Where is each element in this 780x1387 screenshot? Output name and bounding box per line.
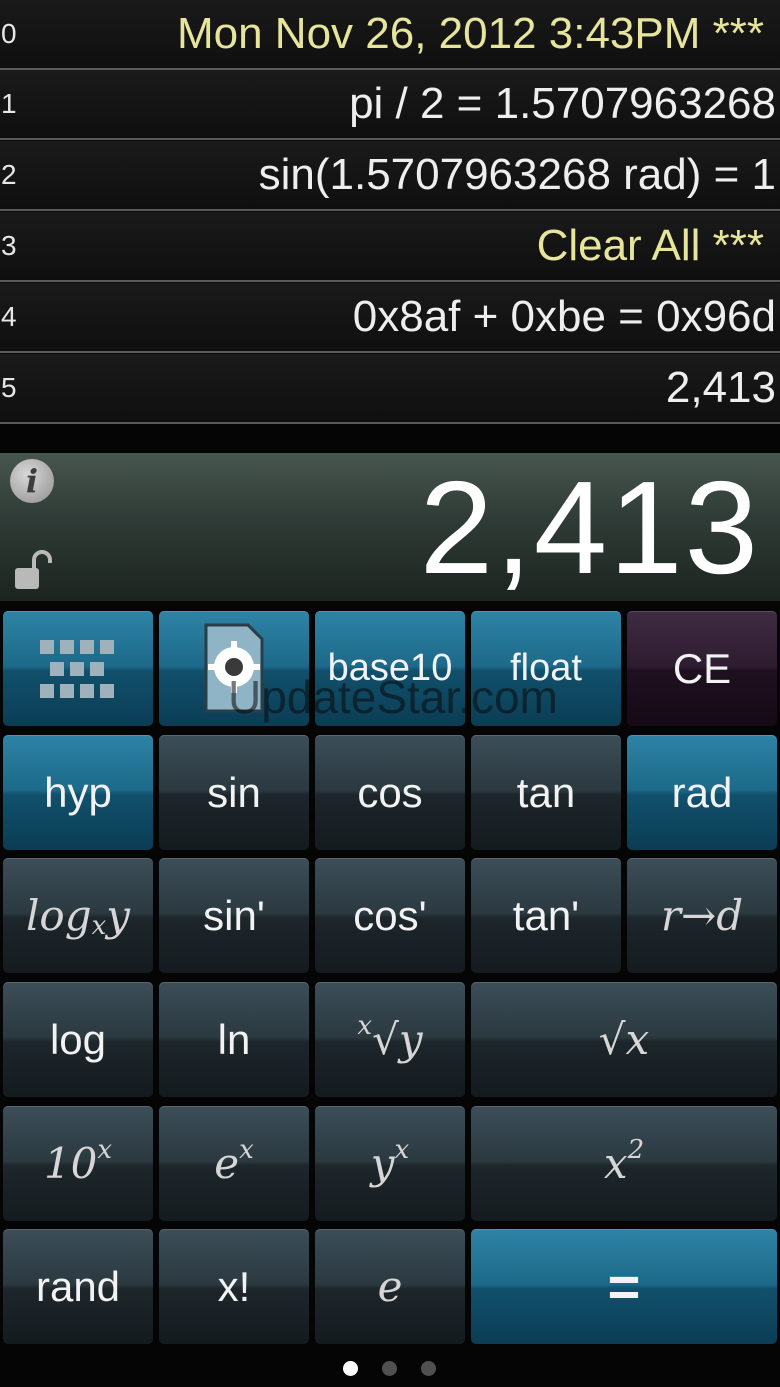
y-power-x-button[interactable]: yx	[315, 1106, 465, 1221]
page-dot-1[interactable]	[343, 1361, 358, 1376]
tape-row-text: 2,413	[665, 363, 776, 412]
tape-row-text: pi / 2 = 1.5707963268	[349, 79, 776, 128]
root-radicand: y	[398, 1015, 423, 1064]
base-mode-button[interactable]: base10	[315, 611, 465, 726]
exp-button[interactable]: ex	[159, 1106, 309, 1221]
square-exponent: 2	[627, 1134, 645, 1165]
square-base: x	[603, 1139, 628, 1188]
rand-button[interactable]: rand	[3, 1229, 153, 1344]
display-value: 2,413	[419, 454, 760, 601]
ten-power-button[interactable]: 10 x	[3, 1106, 153, 1221]
ln-button[interactable]: ln	[159, 982, 309, 1097]
ten-power-exponent: x	[97, 1134, 113, 1165]
page-indicator[interactable]	[0, 1358, 780, 1380]
log-base-argument: y	[106, 891, 130, 940]
history-tape[interactable]: 0 Mon Nov 26, 2012 3:43PM *** 1 pi / 2 =…	[0, 0, 780, 424]
arctan-button[interactable]: tan'	[471, 858, 621, 973]
grid-icon	[40, 639, 114, 698]
tape-row-text: 0x8af + 0xbe = 0x96d	[352, 292, 776, 341]
tan-button[interactable]: tan	[471, 735, 621, 850]
info-icon[interactable]: i	[10, 459, 54, 503]
log-base-label: log	[25, 891, 92, 940]
arccos-button[interactable]: cos'	[315, 858, 465, 973]
grid-button[interactable]	[3, 611, 153, 726]
square-root-button[interactable]: √x	[471, 982, 777, 1097]
tape-row[interactable]: 4 0x8af + 0xbe = 0x96d	[0, 283, 780, 353]
tape-row[interactable]: 5 2,413	[0, 354, 780, 424]
unlock-icon[interactable]	[12, 548, 56, 592]
rad-to-deg-button[interactable]: r→d	[627, 858, 777, 973]
root-index: x	[357, 1010, 373, 1041]
tape-row-text: Mon Nov 26, 2012 3:43PM ***	[176, 9, 764, 58]
arcsin-button[interactable]: sin'	[159, 858, 309, 973]
hyp-button[interactable]: hyp	[3, 735, 153, 850]
page-dot-2[interactable]	[382, 1361, 397, 1376]
log-base-x-button[interactable]: log x y	[3, 858, 153, 973]
tape-row[interactable]: 2 sin(1.5707963268 rad) = 1	[0, 141, 780, 211]
page-dot-3[interactable]	[421, 1361, 436, 1376]
tape-row-index: 2	[1, 159, 17, 190]
xth-root-button[interactable]: x √ y	[315, 982, 465, 1097]
tape-row-text: Clear All ***	[536, 221, 764, 270]
exp-base: e	[214, 1139, 240, 1188]
y-power-base: y	[370, 1139, 395, 1188]
tape-row-index: 4	[1, 301, 17, 332]
factorial-button[interactable]: x!	[159, 1229, 309, 1344]
clear-entry-button[interactable]: CE	[627, 611, 777, 726]
settings-button[interactable]	[159, 611, 309, 726]
ten-power-base: 10	[43, 1139, 98, 1188]
rad-button[interactable]: rad	[627, 735, 777, 850]
root-sign-icon: √	[372, 1015, 399, 1064]
equals-button[interactable]: =	[471, 1229, 777, 1344]
tape-row-index: 5	[1, 372, 17, 403]
tape-row[interactable]: 0 Mon Nov 26, 2012 3:43PM ***	[0, 0, 780, 70]
tape-row-index: 3	[1, 230, 17, 261]
log-base-subscript: x	[91, 910, 107, 941]
exp-exponent: x	[239, 1134, 254, 1165]
tape-row-index: 0	[1, 18, 17, 49]
euler-button[interactable]: e	[315, 1229, 465, 1344]
tape-row-index: 1	[1, 88, 17, 119]
tape-row[interactable]: 1 pi / 2 = 1.5707963268	[0, 70, 780, 140]
float-mode-button[interactable]: float	[471, 611, 621, 726]
gear-document-icon	[204, 623, 264, 712]
tape-row-text: sin(1.5707963268 rad) = 1	[258, 150, 776, 199]
log-button[interactable]: log	[3, 982, 153, 1097]
square-button[interactable]: x2	[471, 1106, 777, 1221]
y-power-exponent: x	[394, 1134, 410, 1165]
sin-button[interactable]: sin	[159, 735, 309, 850]
tape-row[interactable]: 3 Clear All ***	[0, 212, 780, 282]
cos-button[interactable]: cos	[315, 735, 465, 850]
